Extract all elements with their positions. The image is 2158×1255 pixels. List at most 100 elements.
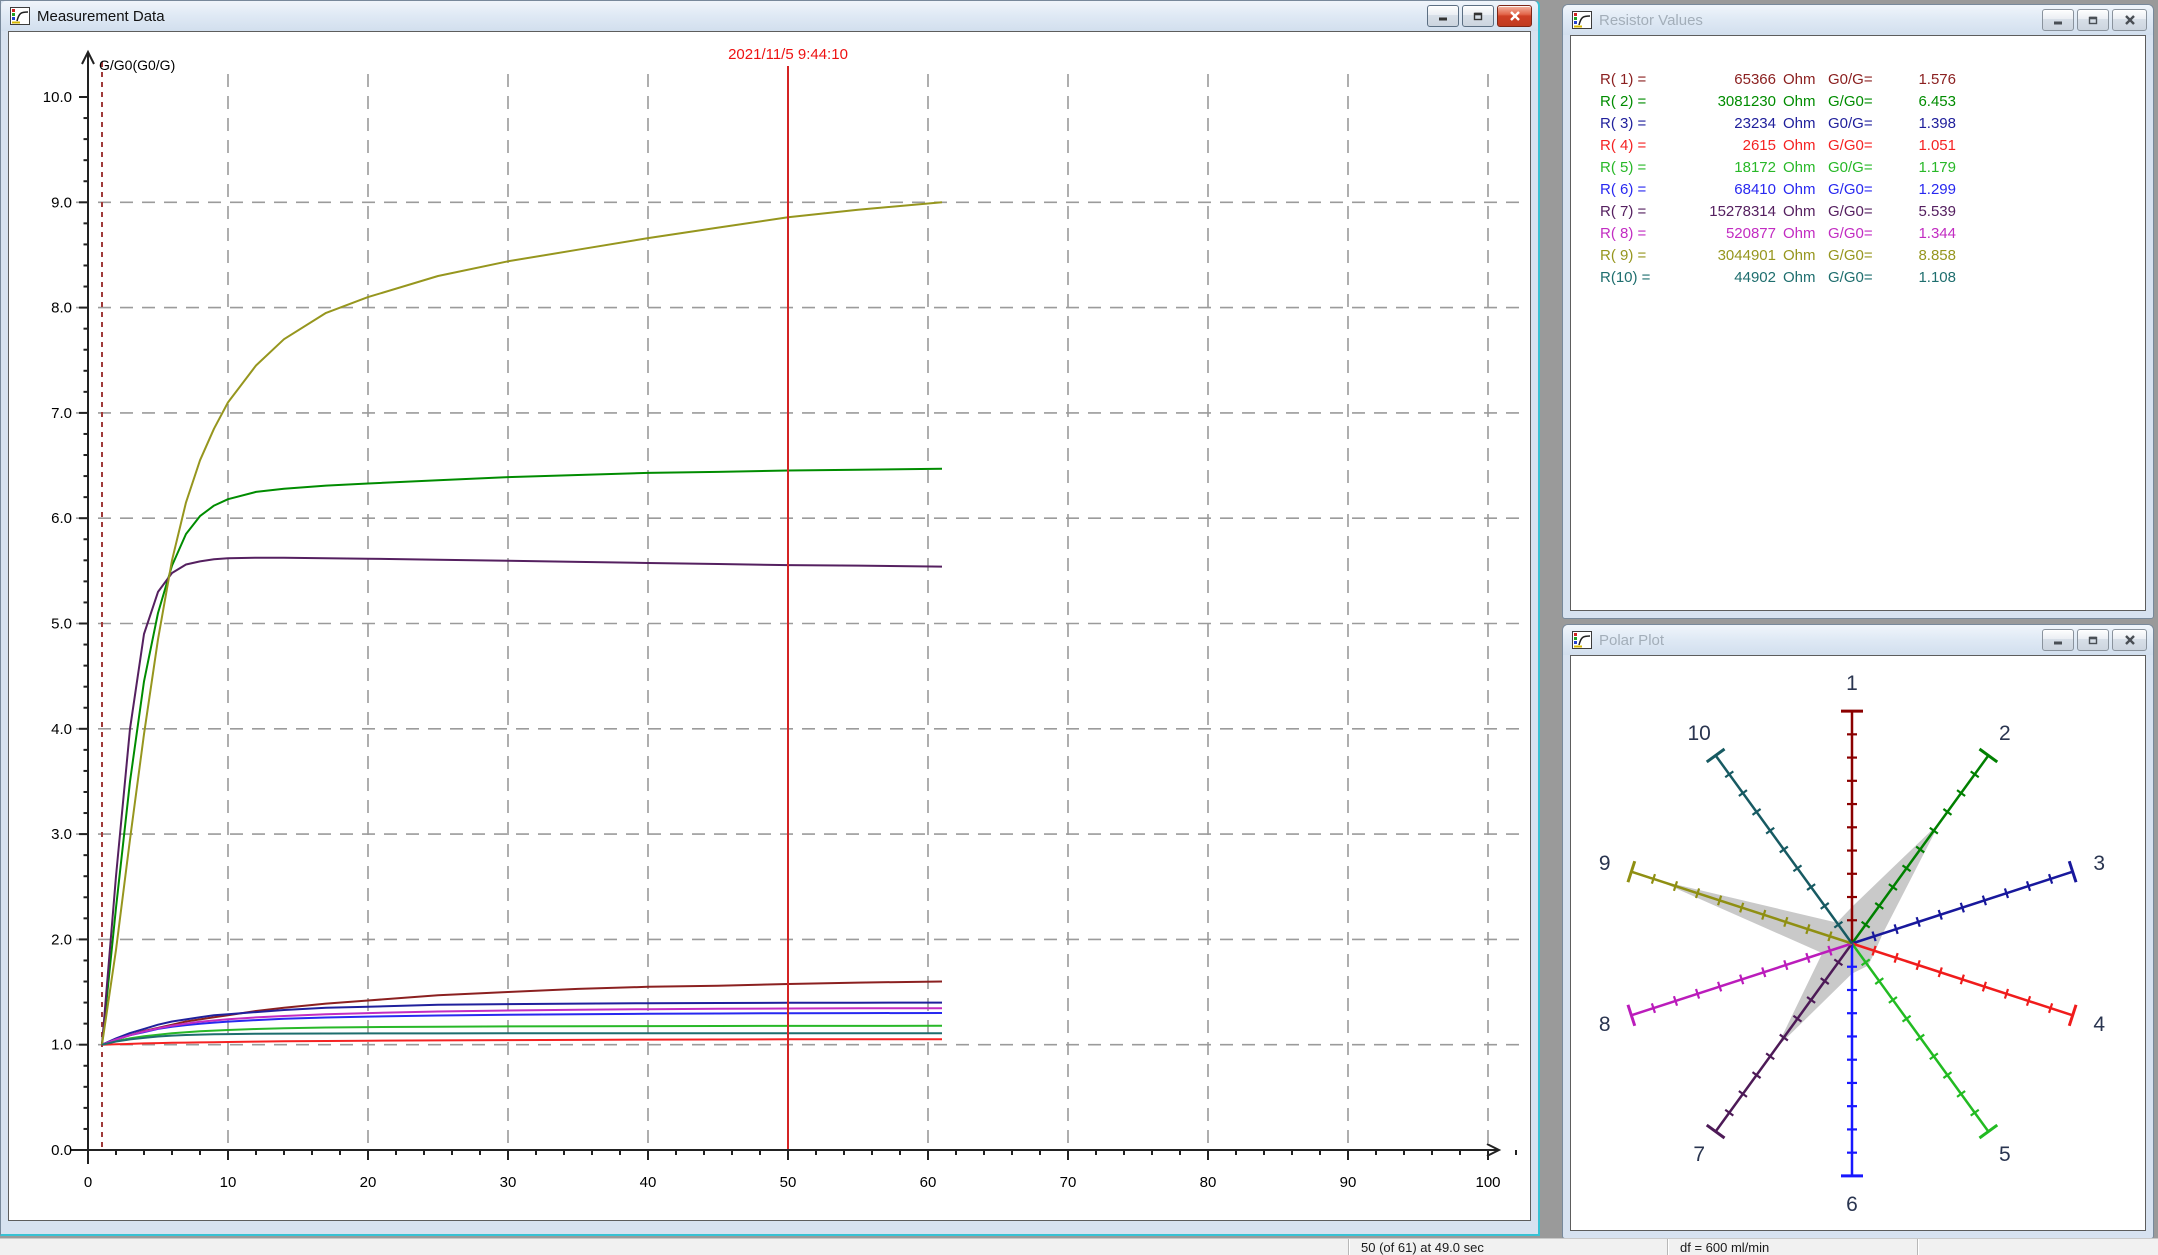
x-tick-label: 40 (640, 1174, 657, 1191)
chart-window-icon (10, 7, 30, 25)
ratio-label: G/G0= (1828, 223, 1886, 245)
x-tick-labels: 0102030405060708090100 (84, 1174, 1501, 1191)
measurement-window: Measurement Data 2021/11/5 9:44:10010203… (0, 0, 1540, 1236)
status-segment-blank (0, 1239, 1360, 1255)
resistance-unit: Ohm (1783, 267, 1821, 289)
resistance-value: 3081230 (1664, 91, 1776, 113)
ratio-value: 1.344 (1886, 223, 1956, 245)
x-tick-label: 90 (1340, 1174, 1357, 1191)
polar-plot-area: 12345678910 (1570, 655, 2146, 1231)
x-tick-label: 10 (220, 1174, 237, 1191)
radar-axis-6: 6 (1841, 944, 1863, 1216)
resistor-titlebar[interactable]: Resistor Values (1563, 5, 2153, 35)
resistor-row: R( 2) =3081230OhmG/G0=6.453 (1571, 91, 2145, 113)
radar-axis-label: 10 (1688, 722, 1711, 745)
y-tick-label: 4.0 (51, 721, 72, 738)
status-progress-text: 50 (of 61) at 49.0 sec (1361, 1240, 1484, 1255)
radar-axis-5: 5 (1852, 944, 2011, 1167)
ratio-value: 1.108 (1886, 267, 1956, 289)
radar-axis-label: 3 (2093, 852, 2105, 875)
chart-window-icon (1572, 631, 1592, 649)
resistor-row: R( 6) =68410OhmG/G0=1.299 (1571, 179, 2145, 201)
radar-value-polygon (1657, 822, 1940, 1047)
resistance-unit: Ohm (1783, 201, 1821, 223)
resistor-values-area: R( 1) =65366OhmG0/G=1.576R( 2) =3081230O… (1570, 35, 2146, 611)
resistance-value: 44902 (1664, 267, 1776, 289)
close-button[interactable] (2112, 629, 2147, 651)
ratio-value: 1.576 (1886, 69, 1956, 91)
ratio-label: G/G0= (1828, 245, 1886, 267)
resistor-label: R( 3) = (1600, 113, 1664, 135)
maximize-button[interactable] (2077, 9, 2109, 31)
resistor-row: R( 3) =23234OhmG0/G=1.398 (1571, 113, 2145, 135)
y-tick-label: 5.0 (51, 616, 72, 633)
resistance-value: 3044901 (1664, 245, 1776, 267)
y-tick-label: 7.0 (51, 405, 72, 422)
ratio-value: 6.453 (1886, 91, 1956, 113)
radar-axis-7: 7 (1693, 944, 1852, 1167)
line-chart: 2021/11/5 9:44:1001020304050607080901000… (9, 32, 1530, 1220)
ratio-label: G0/G= (1828, 69, 1886, 91)
close-button[interactable] (2112, 9, 2147, 31)
resistor-label: R( 5) = (1600, 157, 1664, 179)
resistor-row: R( 8) =520877OhmG/G0=1.344 (1571, 223, 2145, 245)
resistor-values-window: Resistor Values R( 1) =65366OhmG0/G=1.57… (1562, 4, 2154, 619)
resistance-unit: Ohm (1783, 69, 1821, 91)
status-segment-flow: df = 600 ml/min (1667, 1239, 1930, 1255)
x-tick-label: 70 (1060, 1174, 1077, 1191)
x-tick-label: 60 (920, 1174, 937, 1191)
resistor-label: R( 8) = (1600, 223, 1664, 245)
x-tick-label: 50 (780, 1174, 797, 1191)
ratio-value: 1.051 (1886, 135, 1956, 157)
ratio-label: G0/G= (1828, 113, 1886, 135)
resistance-value: 68410 (1664, 179, 1776, 201)
resistance-value: 18172 (1664, 157, 1776, 179)
ratio-label: G/G0= (1828, 91, 1886, 113)
restore-button[interactable] (1462, 5, 1494, 27)
minimize-button[interactable] (2042, 9, 2074, 31)
radar-chart: 12345678910 (1571, 656, 2145, 1230)
radar-axis-2: 2 (1852, 722, 2011, 944)
resistance-value: 15278314 (1664, 201, 1776, 223)
x-tick-label: 20 (360, 1174, 377, 1191)
measurement-chart-area: 2021/11/5 9:44:1001020304050607080901000… (8, 31, 1531, 1221)
resistor-row: R( 1) =65366OhmG0/G=1.576 (1571, 69, 2145, 91)
close-button[interactable] (1497, 5, 1532, 27)
y-tick-label: 8.0 (51, 300, 72, 317)
radar-axis-label: 9 (1599, 852, 1611, 875)
cursor-timestamp-label: 2021/11/5 9:44:10 (728, 46, 848, 63)
resistance-value: 520877 (1664, 223, 1776, 245)
polar-titlebar[interactable]: Polar Plot (1563, 625, 2153, 655)
y-tick-label: 9.0 (51, 194, 72, 211)
resistor-label: R( 6) = (1600, 179, 1664, 201)
resistor-label: R( 1) = (1600, 69, 1664, 91)
measurement-titlebar[interactable]: Measurement Data (1, 1, 1538, 31)
maximize-button[interactable] (2077, 629, 2109, 651)
y-tick-label: 1.0 (51, 1037, 72, 1054)
y-axis-label: G/G0(G0/G) (99, 57, 175, 73)
y-axis-title: G/G0(G0/G) (99, 57, 175, 73)
ratio-label: G/G0= (1828, 179, 1886, 201)
y-tick-label: 6.0 (51, 510, 72, 527)
x-tick-label: 0 (84, 1174, 92, 1191)
axis-ticks (79, 97, 1516, 1160)
minimize-button[interactable] (2042, 629, 2074, 651)
ratio-value: 1.179 (1886, 157, 1956, 179)
resistance-unit: Ohm (1783, 157, 1821, 179)
x-tick-label: 80 (1200, 1174, 1217, 1191)
resistor-row: R( 9) =3044901OhmG/G0=8.858 (1571, 245, 2145, 267)
radar-axis-label: 4 (2093, 1013, 2105, 1036)
status-segment-progress: 50 (of 61) at 49.0 sec (1348, 1239, 1680, 1255)
resistance-unit: Ohm (1783, 113, 1821, 135)
radar-axis-label: 7 (1693, 1143, 1705, 1166)
radar-axis-4: 4 (1852, 944, 2105, 1037)
resistor-label: R( 9) = (1600, 245, 1664, 267)
minimize-button[interactable] (1427, 5, 1459, 27)
radar-axis-label: 6 (1846, 1193, 1858, 1216)
resistor-label: R(10) = (1600, 267, 1664, 289)
radar-axis-label: 1 (1846, 672, 1858, 695)
y-tick-label: 2.0 (51, 931, 72, 948)
radar-axis-label: 2 (1999, 722, 2011, 745)
app-root: Measurement Data 2021/11/5 9:44:10 0 10 20 3… (0, 0, 2158, 1254)
resistance-unit: Ohm (1783, 179, 1821, 201)
